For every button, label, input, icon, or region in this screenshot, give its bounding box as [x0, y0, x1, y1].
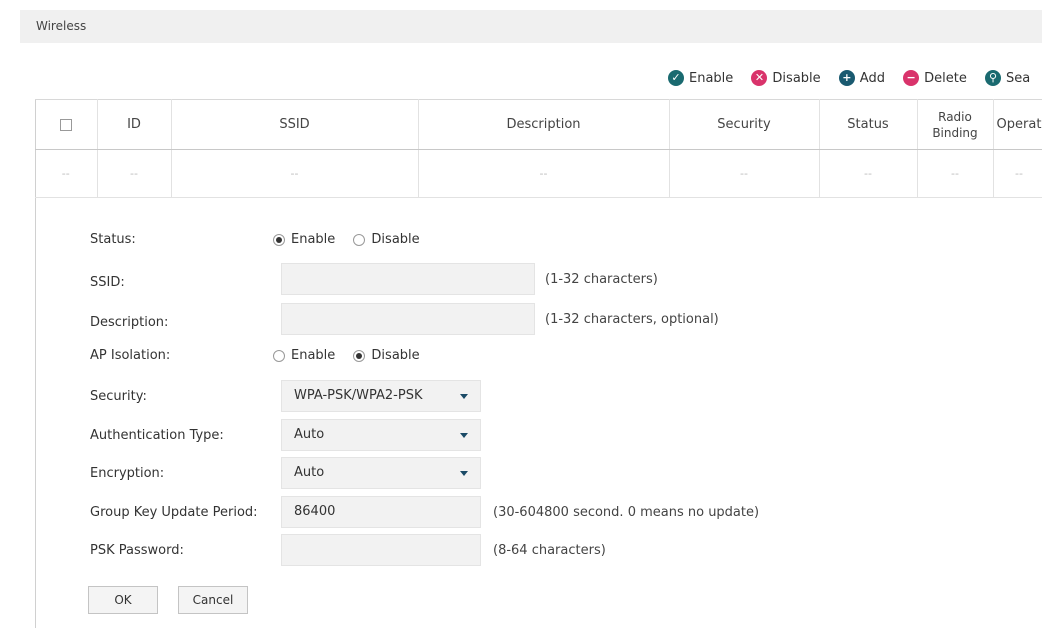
status-disable-radio[interactable]: Disable [353, 223, 420, 257]
column-header-description[interactable]: Description [418, 99, 670, 150]
minus-circle-icon: − [903, 70, 920, 86]
ssid-label: SSID: [90, 275, 125, 290]
ssid-table: ID SSID Description Security Status Radi… [35, 99, 1042, 198]
check-circle-icon: ✓ [668, 70, 684, 86]
description-hint: (1-32 characters, optional) [545, 312, 719, 327]
page-header-bar: Wireless [20, 10, 1042, 43]
chevron-down-icon [460, 471, 468, 476]
security-select-value: WPA-PSK/WPA2-PSK [294, 388, 423, 403]
empty-cell: -- [819, 149, 918, 198]
delete-button[interactable]: − Delete [903, 70, 967, 86]
column-header-security[interactable]: Security [669, 99, 820, 150]
empty-cell: -- [993, 149, 1042, 198]
status-label: Status: [90, 232, 136, 247]
psk-password-input[interactable] [281, 534, 481, 566]
status-row: Status: Enable Disable [90, 223, 990, 257]
ap-isolation-disable-radio[interactable]: Disable [353, 339, 420, 373]
disable-button-label: Disable [772, 70, 821, 86]
psk-password-row: PSK Password: (8-64 characters) [90, 534, 990, 568]
column-header-radio-binding[interactable]: Radio Binding [917, 99, 994, 150]
column-header-ssid[interactable]: SSID [171, 99, 419, 150]
chevron-down-icon [460, 394, 468, 399]
table-row: -- -- -- -- -- -- -- -- [35, 149, 1042, 198]
empty-cell: -- [669, 149, 820, 198]
select-all-checkbox[interactable] [59, 118, 72, 131]
security-select[interactable]: WPA-PSK/WPA2-PSK [281, 380, 481, 412]
plus-circle-icon: + [838, 70, 855, 86]
enable-button[interactable]: ✓ Enable [668, 70, 733, 86]
enable-button-label: Enable [689, 70, 734, 86]
ok-button[interactable]: OK [88, 586, 158, 614]
ssid-row: SSID: (1-32 characters) [90, 263, 990, 297]
empty-cell: -- [418, 149, 670, 198]
empty-cell: -- [917, 149, 994, 198]
psk-password-label: PSK Password: [90, 543, 184, 558]
column-header-status[interactable]: Status [819, 99, 918, 150]
ssid-hint: (1-32 characters) [545, 272, 658, 287]
table-toolbar: ✓ Enable ✕ Disable + Add − Delete ⚲ Sea [668, 70, 1042, 90]
chevron-down-icon [460, 433, 468, 438]
ap-isolation-row: AP Isolation: Enable Disable [90, 339, 990, 373]
encryption-select-value: Auto [294, 465, 325, 480]
empty-cell: -- [97, 149, 172, 198]
empty-cell: -- [35, 149, 98, 198]
description-row: Description: (1-32 characters, optional) [90, 303, 990, 337]
security-label: Security: [90, 389, 147, 404]
encryption-row: Encryption: Auto [90, 457, 990, 491]
ap-isolation-enable-radio[interactable]: Enable [273, 339, 335, 373]
column-header-operation[interactable]: Operat [993, 99, 1042, 150]
security-row: Security: WPA-PSK/WPA2-PSK [90, 380, 990, 414]
table-header-row: ID SSID Description Security Status Radi… [35, 99, 1042, 150]
group-key-row: Group Key Update Period: 86400 (30-60480… [90, 496, 990, 530]
group-key-label: Group Key Update Period: [90, 505, 258, 520]
search-icon: ⚲ [984, 70, 1001, 86]
search-button[interactable]: ⚲ Sea [984, 70, 1031, 86]
psk-password-hint: (8-64 characters) [493, 543, 606, 558]
auth-type-select[interactable]: Auto [281, 419, 481, 451]
add-button[interactable]: + Add [838, 70, 885, 86]
ap-isolation-radio-group: Enable Disable [273, 339, 434, 373]
auth-type-label: Authentication Type: [90, 428, 224, 443]
description-input[interactable] [281, 303, 535, 335]
group-key-hint: (30-604800 second. 0 means no update) [493, 505, 760, 520]
encryption-label: Encryption: [90, 466, 165, 481]
status-radio-group: Enable Disable [273, 223, 434, 257]
group-key-input[interactable]: 86400 [281, 496, 481, 528]
cancel-button[interactable]: Cancel [178, 586, 248, 614]
column-header-id[interactable]: ID [97, 99, 172, 150]
search-button-label: Sea [1005, 70, 1031, 86]
page-title: Wireless [36, 19, 87, 33]
encryption-select[interactable]: Auto [281, 457, 481, 489]
select-all-cell [35, 99, 98, 150]
description-label: Description: [90, 315, 169, 330]
delete-button-label: Delete [924, 70, 967, 86]
auth-type-select-value: Auto [294, 427, 325, 442]
status-enable-radio[interactable]: Enable [273, 223, 335, 257]
ssid-input[interactable] [281, 263, 535, 295]
disable-button[interactable]: ✕ Disable [751, 70, 821, 86]
empty-cell: -- [171, 149, 419, 198]
x-circle-icon: ✕ [751, 70, 768, 86]
add-button-label: Add [859, 70, 885, 86]
auth-type-row: Authentication Type: Auto [90, 419, 990, 453]
ap-isolation-label: AP Isolation: [90, 348, 171, 363]
